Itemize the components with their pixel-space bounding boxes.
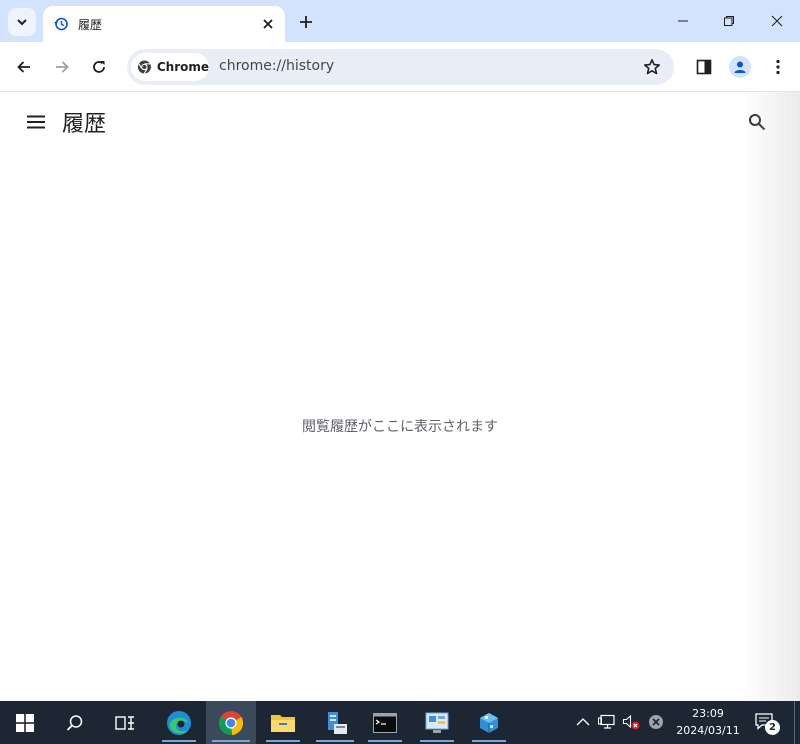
tab-title: 履歴 [78,17,103,32]
address-bar[interactable]: Chrome chrome://history [127,49,674,85]
clock-time: 23:09 [692,707,724,720]
arrow-left-icon [17,61,30,73]
close-icon [771,15,783,27]
history-page: 履歴 閲覧履歴がここに表示されます [0,92,800,701]
control-panel-icon [425,712,449,733]
taskbar-package-app[interactable] [466,701,512,744]
taskbar-command-prompt[interactable] [362,701,408,744]
site-info-chip[interactable]: Chrome [131,53,209,81]
search-icon [749,114,766,131]
minimize-button[interactable] [660,0,706,42]
volume-tray-button[interactable] [622,713,640,731]
minimize-icon [678,20,688,22]
running-indicator [420,740,454,742]
running-indicator [472,740,506,742]
side-panel-button[interactable] [690,53,718,81]
new-tab-button[interactable] [294,10,318,34]
close-window-button[interactable] [754,0,800,42]
restore-icon [724,16,734,26]
taskbar-edge[interactable] [156,701,202,744]
tab-search-button[interactable] [8,8,36,36]
person-icon [734,61,746,73]
main-menu-button[interactable] [24,110,48,134]
history-icon [53,16,69,32]
avatar [729,56,751,78]
page-title: 履歴 [62,112,107,137]
action-center-button[interactable]: 2 [754,711,780,735]
empty-history-message: 閲覧履歴がここに表示されます [302,419,498,435]
running-indicator [266,740,300,742]
package-icon [480,712,498,733]
running-indicator [368,740,402,742]
site-chip-label: Chrome [156,60,209,74]
taskbar-search-button[interactable] [52,701,98,744]
browser-toolbar: Chrome chrome://history [0,42,800,92]
taskbar-chrome[interactable] [206,701,256,744]
bookmark-star-icon[interactable] [642,57,662,77]
tab-history[interactable]: 履歴 [43,6,285,42]
chevron-up-icon [576,718,590,726]
plus-icon [300,16,312,28]
status-tray-button[interactable] [647,713,665,731]
chrome-icon [218,710,244,735]
scroll-shadow [740,92,800,701]
tab-strip: 履歴 [0,0,800,42]
file-explorer-icon [271,714,295,732]
more-vertical-icon [776,59,780,75]
arrow-right-icon [56,61,69,73]
notification-count-badge: 2 [765,720,780,735]
running-indicator [316,740,354,742]
running-indicator [212,740,250,742]
show-hidden-icons-button[interactable] [574,713,592,731]
back-button[interactable] [10,53,38,81]
clock-date: 2024/03/11 [676,724,740,737]
error-circle-icon [649,715,663,729]
chevron-down-icon [17,19,27,26]
url-text[interactable]: chrome://history [219,58,334,74]
close-tab-icon[interactable] [259,15,277,33]
taskbar-file-explorer[interactable] [260,701,306,744]
chrome-menu-button[interactable] [764,53,792,81]
search-history-button[interactable] [744,109,770,135]
profile-button[interactable] [726,53,754,81]
taskbar: 23:09 2024/03/11 2 [0,701,800,744]
task-view-button[interactable] [100,701,150,744]
taskbar-control-panel[interactable] [414,701,460,744]
network-icon [598,714,615,729]
reload-button[interactable] [85,53,113,81]
restore-button[interactable] [706,0,752,42]
show-desktop-button[interactable] [794,701,800,744]
edge-icon [167,710,191,735]
side-panel-icon [696,59,712,75]
hamburger-menu-icon [27,115,45,129]
task-view-icon [115,715,134,730]
taskbar-clock[interactable]: 23:09 2024/03/11 [668,705,748,739]
network-tray-button[interactable] [598,713,616,731]
reload-icon [93,61,105,73]
search-icon [66,714,83,731]
cmd-icon [373,712,397,733]
running-indicator [162,740,196,742]
chrome-logo-icon [137,60,151,74]
volume-muted-icon [622,714,640,730]
taskbar-server-manager[interactable] [310,701,360,744]
windows-logo-icon [16,713,34,732]
forward-button[interactable] [48,53,76,81]
start-button[interactable] [0,701,50,744]
server-manager-icon [328,711,347,734]
